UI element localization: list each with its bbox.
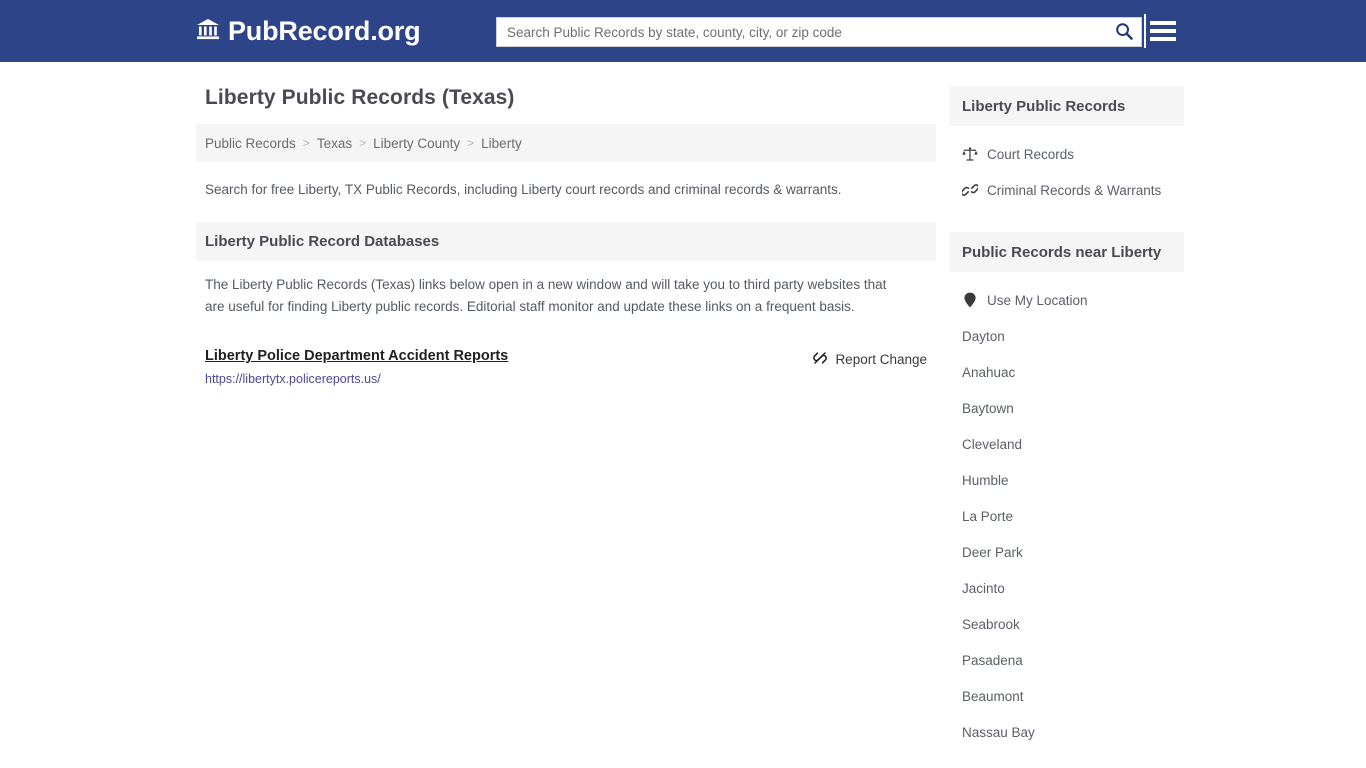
search-input[interactable] [497, 18, 1107, 46]
sidebar-item-label[interactable]: Anahuac [962, 365, 1015, 380]
sidebar-city-la-porte[interactable]: La Porte [950, 498, 1184, 534]
breadcrumb-separator: > [359, 136, 367, 150]
menu-bar-3 [1150, 37, 1176, 41]
scales-of-justice-icon [962, 146, 978, 162]
chain-link-icon [962, 182, 978, 198]
sidebar-item-label[interactable]: Court Records [987, 147, 1074, 162]
sidebar-item-label[interactable]: Criminal Records & Warrants [987, 183, 1161, 198]
sidebar-city-deer-park[interactable]: Deer Park [950, 534, 1184, 570]
header-divider [1144, 14, 1146, 48]
sidebar-city-baytown[interactable]: Baytown [950, 390, 1184, 426]
sidebar-item-label[interactable]: Cleveland [962, 437, 1022, 452]
breadcrumb-item-liberty-county[interactable]: Liberty County [373, 136, 460, 151]
site-header: PubRecord.org [0, 0, 1366, 62]
sidebar-city-nassau-bay[interactable]: Nassau Bay [950, 714, 1184, 750]
breadcrumb-item-texas[interactable]: Texas [317, 136, 352, 151]
sidebar-heading-nearby: Public Records near Liberty [950, 232, 1184, 272]
sidebar-city-dayton[interactable]: Dayton [950, 318, 1184, 354]
breadcrumb-item-public-records[interactable]: Public Records [205, 136, 296, 151]
sidebar-city-pasadena[interactable]: Pasadena [950, 642, 1184, 678]
sidebar-heading-records: Liberty Public Records [950, 86, 1184, 126]
sidebar-item-label[interactable]: Dayton [962, 329, 1005, 344]
search-bar [496, 17, 1142, 47]
section-heading-databases: Liberty Public Record Databases [196, 222, 936, 262]
page-body: Liberty Public Records (Texas) Public Re… [0, 62, 1366, 750]
main-content: Liberty Public Records (Texas) Public Re… [196, 62, 936, 750]
sidebar-item-label[interactable]: Pasadena [962, 653, 1023, 668]
intro-text: Search for free Liberty, TX Public Recor… [205, 182, 842, 197]
sidebar-city-seabrook[interactable]: Seabrook [950, 606, 1184, 642]
sidebar-city-cleveland[interactable]: Cleveland [950, 426, 1184, 462]
sidebar-item-label[interactable]: Baytown [962, 401, 1014, 416]
sidebar-item-court-records[interactable]: Court Records [950, 136, 1184, 172]
record-title-link[interactable]: Liberty Police Department Accident Repor… [205, 348, 508, 364]
broken-link-icon [812, 350, 828, 369]
sidebar-item-label[interactable]: Humble [962, 473, 1009, 488]
record-entry: Liberty Police Department Accident Repor… [196, 348, 936, 386]
search-button[interactable] [1107, 18, 1141, 46]
sidebar-item-label[interactable]: Deer Park [962, 545, 1023, 560]
breadcrumb-separator: > [467, 136, 475, 150]
sidebar-nearby-list: Use My Location Dayton Anahuac Baytown C… [950, 282, 1184, 750]
section-description: The Liberty Public Records (Texas) links… [205, 277, 887, 315]
menu-bar-2 [1150, 29, 1176, 33]
sidebar-city-anahuac[interactable]: Anahuac [950, 354, 1184, 390]
sidebar-records-list: Court Records Criminal Records & Warrant… [950, 136, 1184, 208]
sidebar-item-label[interactable]: Nassau Bay [962, 725, 1035, 740]
breadcrumb: Public Records > Texas > Liberty County … [196, 124, 936, 162]
record-entry-text: Liberty Police Department Accident Repor… [205, 348, 508, 386]
sidebar: Liberty Public Records Court Records Cri… [950, 62, 1184, 750]
sidebar-city-humble[interactable]: Humble [950, 462, 1184, 498]
sidebar-item-label[interactable]: Seabrook [962, 617, 1020, 632]
breadcrumb-separator: > [302, 136, 310, 150]
menu-bar-1 [1150, 21, 1176, 25]
sidebar-item-label[interactable]: Use My Location [987, 293, 1088, 308]
page-title: Liberty Public Records (Texas) [205, 86, 515, 109]
sidebar-item-label[interactable]: Jacinto [962, 581, 1005, 596]
sidebar-item-use-my-location[interactable]: Use My Location [950, 282, 1184, 318]
sidebar-item-criminal-records[interactable]: Criminal Records & Warrants [950, 172, 1184, 208]
hamburger-menu-icon[interactable] [1150, 18, 1176, 44]
site-logo-link[interactable]: PubRecord.org [196, 15, 421, 46]
bank-building-icon [196, 17, 220, 46]
map-pin-icon [962, 292, 978, 308]
sidebar-item-label[interactable]: Beaumont [962, 689, 1024, 704]
report-change-button[interactable]: Report Change [812, 348, 927, 369]
breadcrumb-item-liberty[interactable]: Liberty [481, 136, 522, 151]
search-icon [1114, 21, 1134, 44]
report-change-label: Report Change [835, 351, 927, 367]
sidebar-city-beaumont[interactable]: Beaumont [950, 678, 1184, 714]
sidebar-item-label[interactable]: La Porte [962, 509, 1013, 524]
site-brand-name: PubRecord.org [228, 15, 421, 46]
record-url-link[interactable]: https://libertytx.policereports.us/ [205, 372, 508, 386]
sidebar-city-jacinto[interactable]: Jacinto [950, 570, 1184, 606]
